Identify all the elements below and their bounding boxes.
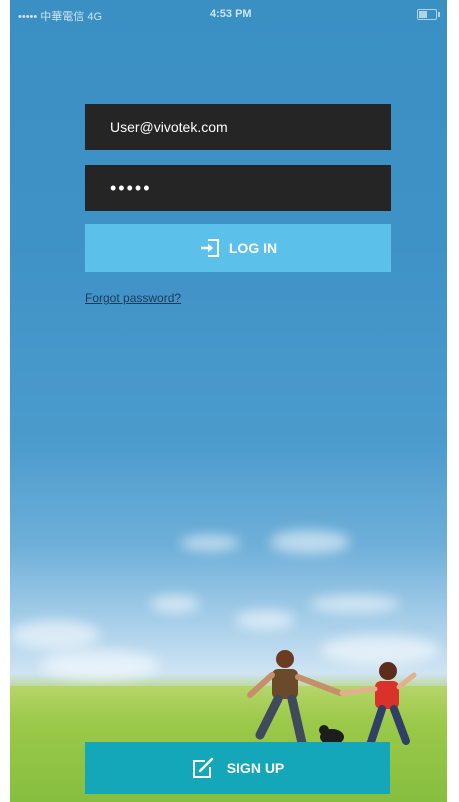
clock-label: 4:53 PM (210, 8, 252, 20)
login-button[interactable]: LOG IN (85, 224, 391, 272)
password-field[interactable] (85, 165, 391, 211)
username-field[interactable] (85, 104, 391, 150)
signup-button[interactable]: SIGN UP (85, 742, 390, 794)
login-label: LOG IN (228, 240, 278, 256)
status-bar: ••••• 中華電信 4G 4:53 PM (10, 0, 447, 30)
forgot-password-link[interactable]: Forgot password? (85, 291, 181, 305)
signup-label: SIGN UP (226, 760, 285, 776)
login-arrow-icon (200, 239, 219, 257)
edit-pencil-icon (192, 757, 213, 778)
login-screen: ••••• 中華電信 4G 4:53 PM User@vivotek.com •… (10, 0, 447, 802)
carrier-label: ••••• 中華電信 4G (18, 11, 103, 23)
battery-icon (417, 9, 440, 20)
